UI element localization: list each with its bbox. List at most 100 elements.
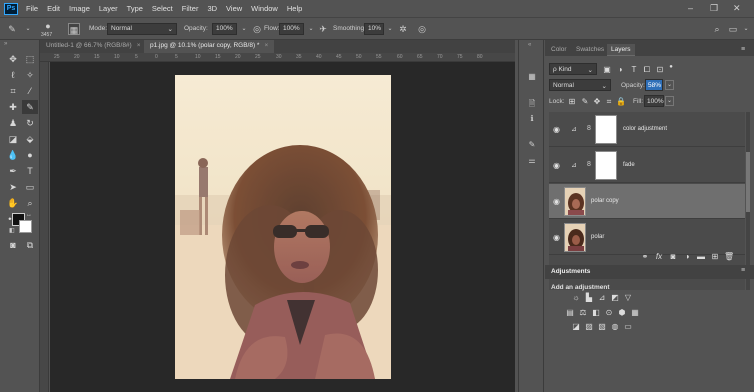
- search-icon[interactable]: ⌕: [711, 23, 723, 35]
- dodge-tool-icon[interactable]: ●: [22, 148, 38, 162]
- link-layers-icon[interactable]: ⚭: [640, 252, 650, 261]
- mode-select[interactable]: Normal ⌄: [107, 23, 177, 35]
- layer-kind-filter[interactable]: ρ Kind ⌄: [549, 63, 597, 75]
- default-colors-icon[interactable]: ◧: [9, 227, 15, 234]
- visibility-eye-icon[interactable]: ◉: [553, 233, 560, 242]
- pixel-filter-icon[interactable]: ▣: [602, 65, 612, 74]
- selective-color-icon[interactable]: ◍: [610, 322, 620, 331]
- add-mask-icon[interactable]: ◙: [668, 252, 678, 261]
- scrollbar-thumb[interactable]: [746, 152, 750, 212]
- clone-stamp-icon[interactable]: ♟: [5, 116, 21, 130]
- new-group-icon[interactable]: ▬: [696, 252, 706, 261]
- menu-window[interactable]: Window: [251, 4, 278, 13]
- paint-bucket-icon[interactable]: ⬙: [22, 132, 38, 146]
- layer-row-polar-copy[interactable]: ◉ polar copy: [549, 184, 745, 219]
- tab-untitled-1[interactable]: Untitled-1 @ 66.7% (RGB/8#) ×: [40, 40, 147, 53]
- chevron-down-icon[interactable]: ⌄: [305, 23, 317, 35]
- lock-icon[interactable]: 🔒: [616, 97, 626, 106]
- background-color-swatch[interactable]: [19, 220, 32, 233]
- tab-p1-jpg[interactable]: p1.jpg @ 10.1% (polar copy, RGB/8) * ×: [144, 40, 275, 53]
- chain-link-icon[interactable]: 8: [587, 161, 591, 168]
- airbrush-icon[interactable]: ✈: [317, 23, 329, 35]
- layer-row-fade[interactable]: ◉ ⊿ 8 fade: [549, 148, 745, 183]
- visibility-eye-icon[interactable]: ◉: [553, 197, 560, 206]
- menu-type[interactable]: Type: [127, 4, 143, 13]
- invert-icon[interactable]: ◪: [571, 322, 581, 331]
- adjustments-title[interactable]: Adjustments: [551, 268, 590, 275]
- document-image[interactable]: [175, 75, 391, 379]
- color-panel-icon[interactable]: ▦: [526, 72, 538, 84]
- lock-position-icon[interactable]: ✥: [592, 97, 602, 106]
- history-brush-icon[interactable]: ↻: [22, 116, 38, 130]
- fx-icon[interactable]: fx: [654, 252, 664, 261]
- brightness-contrast-icon[interactable]: ☼: [571, 293, 581, 302]
- smoothing-input[interactable]: 10%: [364, 23, 384, 35]
- layer-thumbnail[interactable]: [564, 187, 586, 216]
- crop-tool-icon[interactable]: ⌗: [5, 84, 21, 98]
- screen-mode-icon[interactable]: ⧉: [22, 238, 38, 252]
- canvas-area[interactable]: [50, 62, 515, 392]
- chevron-down-icon[interactable]: ⌄: [384, 23, 396, 35]
- workspace-icon[interactable]: ▭: [727, 23, 739, 35]
- tab-swatches[interactable]: Swatches: [572, 44, 608, 55]
- lock-image-icon[interactable]: ✎: [580, 97, 590, 106]
- panel-menu-icon[interactable]: ≡: [741, 267, 745, 274]
- minimize-icon[interactable]: –: [688, 3, 693, 13]
- marquee-tool-icon[interactable]: ⬚: [22, 52, 38, 66]
- move-tool-icon[interactable]: ✥: [5, 52, 21, 66]
- layer-opacity-input[interactable]: 58%: [645, 79, 663, 91]
- layer-mask-thumbnail[interactable]: [595, 115, 617, 144]
- chevron-down-icon[interactable]: ⌄: [665, 96, 674, 106]
- visibility-eye-icon[interactable]: ◉: [553, 161, 560, 170]
- lock-artboard-icon[interactable]: ⌗: [604, 97, 614, 106]
- collapse-icon[interactable]: «: [528, 42, 531, 48]
- layer-row-color-adjustment[interactable]: ◉ ⊿ 8 color adjustment: [549, 112, 745, 147]
- hand-tool-icon[interactable]: ✋: [5, 196, 21, 210]
- smart-object-filter-icon[interactable]: ⊡: [655, 65, 665, 74]
- brush-preset-icon[interactable]: ●: [42, 20, 54, 32]
- restore-icon[interactable]: ❐: [710, 3, 718, 14]
- channel-mixer-icon[interactable]: ⬢: [617, 308, 627, 317]
- layer-mask-thumbnail[interactable]: [595, 151, 617, 180]
- brush-panel-icon[interactable]: ✎: [526, 140, 538, 152]
- menu-file[interactable]: File: [26, 4, 38, 13]
- history-panel-icon[interactable]: 🗎: [526, 98, 538, 110]
- adjustments-panel-icon[interactable]: ⚌: [526, 156, 538, 168]
- new-layer-icon[interactable]: ⊞: [710, 252, 720, 261]
- close-tab-icon[interactable]: ×: [137, 42, 141, 49]
- menu-filter[interactable]: Filter: [182, 4, 199, 13]
- blend-mode-select[interactable]: Normal ⌄: [549, 79, 611, 91]
- panel-menu-icon[interactable]: ≡: [741, 46, 745, 53]
- close-tab-icon[interactable]: ×: [264, 42, 268, 49]
- pressure-opacity-icon[interactable]: ◎: [251, 23, 263, 35]
- type-filter-icon[interactable]: T: [629, 65, 639, 74]
- menu-3d[interactable]: 3D: [207, 4, 217, 13]
- properties-panel-icon[interactable]: ℹ: [526, 114, 538, 126]
- healing-brush-icon[interactable]: ✚: [5, 100, 21, 114]
- brush-settings-icon[interactable]: ▦: [68, 23, 80, 35]
- eyedropper-icon[interactable]: ⁄: [22, 84, 38, 98]
- menu-select[interactable]: Select: [152, 4, 173, 13]
- opacity-input[interactable]: 100%: [212, 23, 237, 35]
- posterize-icon[interactable]: ▨: [584, 322, 594, 331]
- layer-thumbnail[interactable]: [564, 223, 586, 252]
- menu-edit[interactable]: Edit: [47, 4, 60, 13]
- tab-color[interactable]: Color: [547, 44, 571, 55]
- magic-wand-icon[interactable]: ✧: [22, 68, 38, 82]
- close-icon[interactable]: ✕: [733, 3, 741, 14]
- vertical-ruler[interactable]: [40, 62, 49, 392]
- shape-filter-icon[interactable]: ⧠: [642, 65, 652, 74]
- visibility-eye-icon[interactable]: ◉: [553, 125, 560, 134]
- black-white-icon[interactable]: ◧: [591, 308, 601, 317]
- chevron-down-icon[interactable]: ⌄: [22, 23, 34, 35]
- type-tool-icon[interactable]: T: [22, 164, 38, 178]
- chevron-down-icon[interactable]: ⌄: [238, 23, 250, 35]
- gradient-map-icon[interactable]: ▭: [623, 322, 633, 331]
- layer-list-scrollbar[interactable]: [746, 112, 750, 290]
- threshold-icon[interactable]: ▧: [597, 322, 607, 331]
- rectangle-tool-icon[interactable]: ▭: [22, 180, 38, 194]
- hue-saturation-icon[interactable]: ▤: [565, 308, 575, 317]
- delete-layer-icon[interactable]: 🗑: [724, 252, 734, 261]
- layer-row-polar[interactable]: ◉ polar: [549, 220, 745, 255]
- tab-layers[interactable]: Layers: [607, 44, 635, 56]
